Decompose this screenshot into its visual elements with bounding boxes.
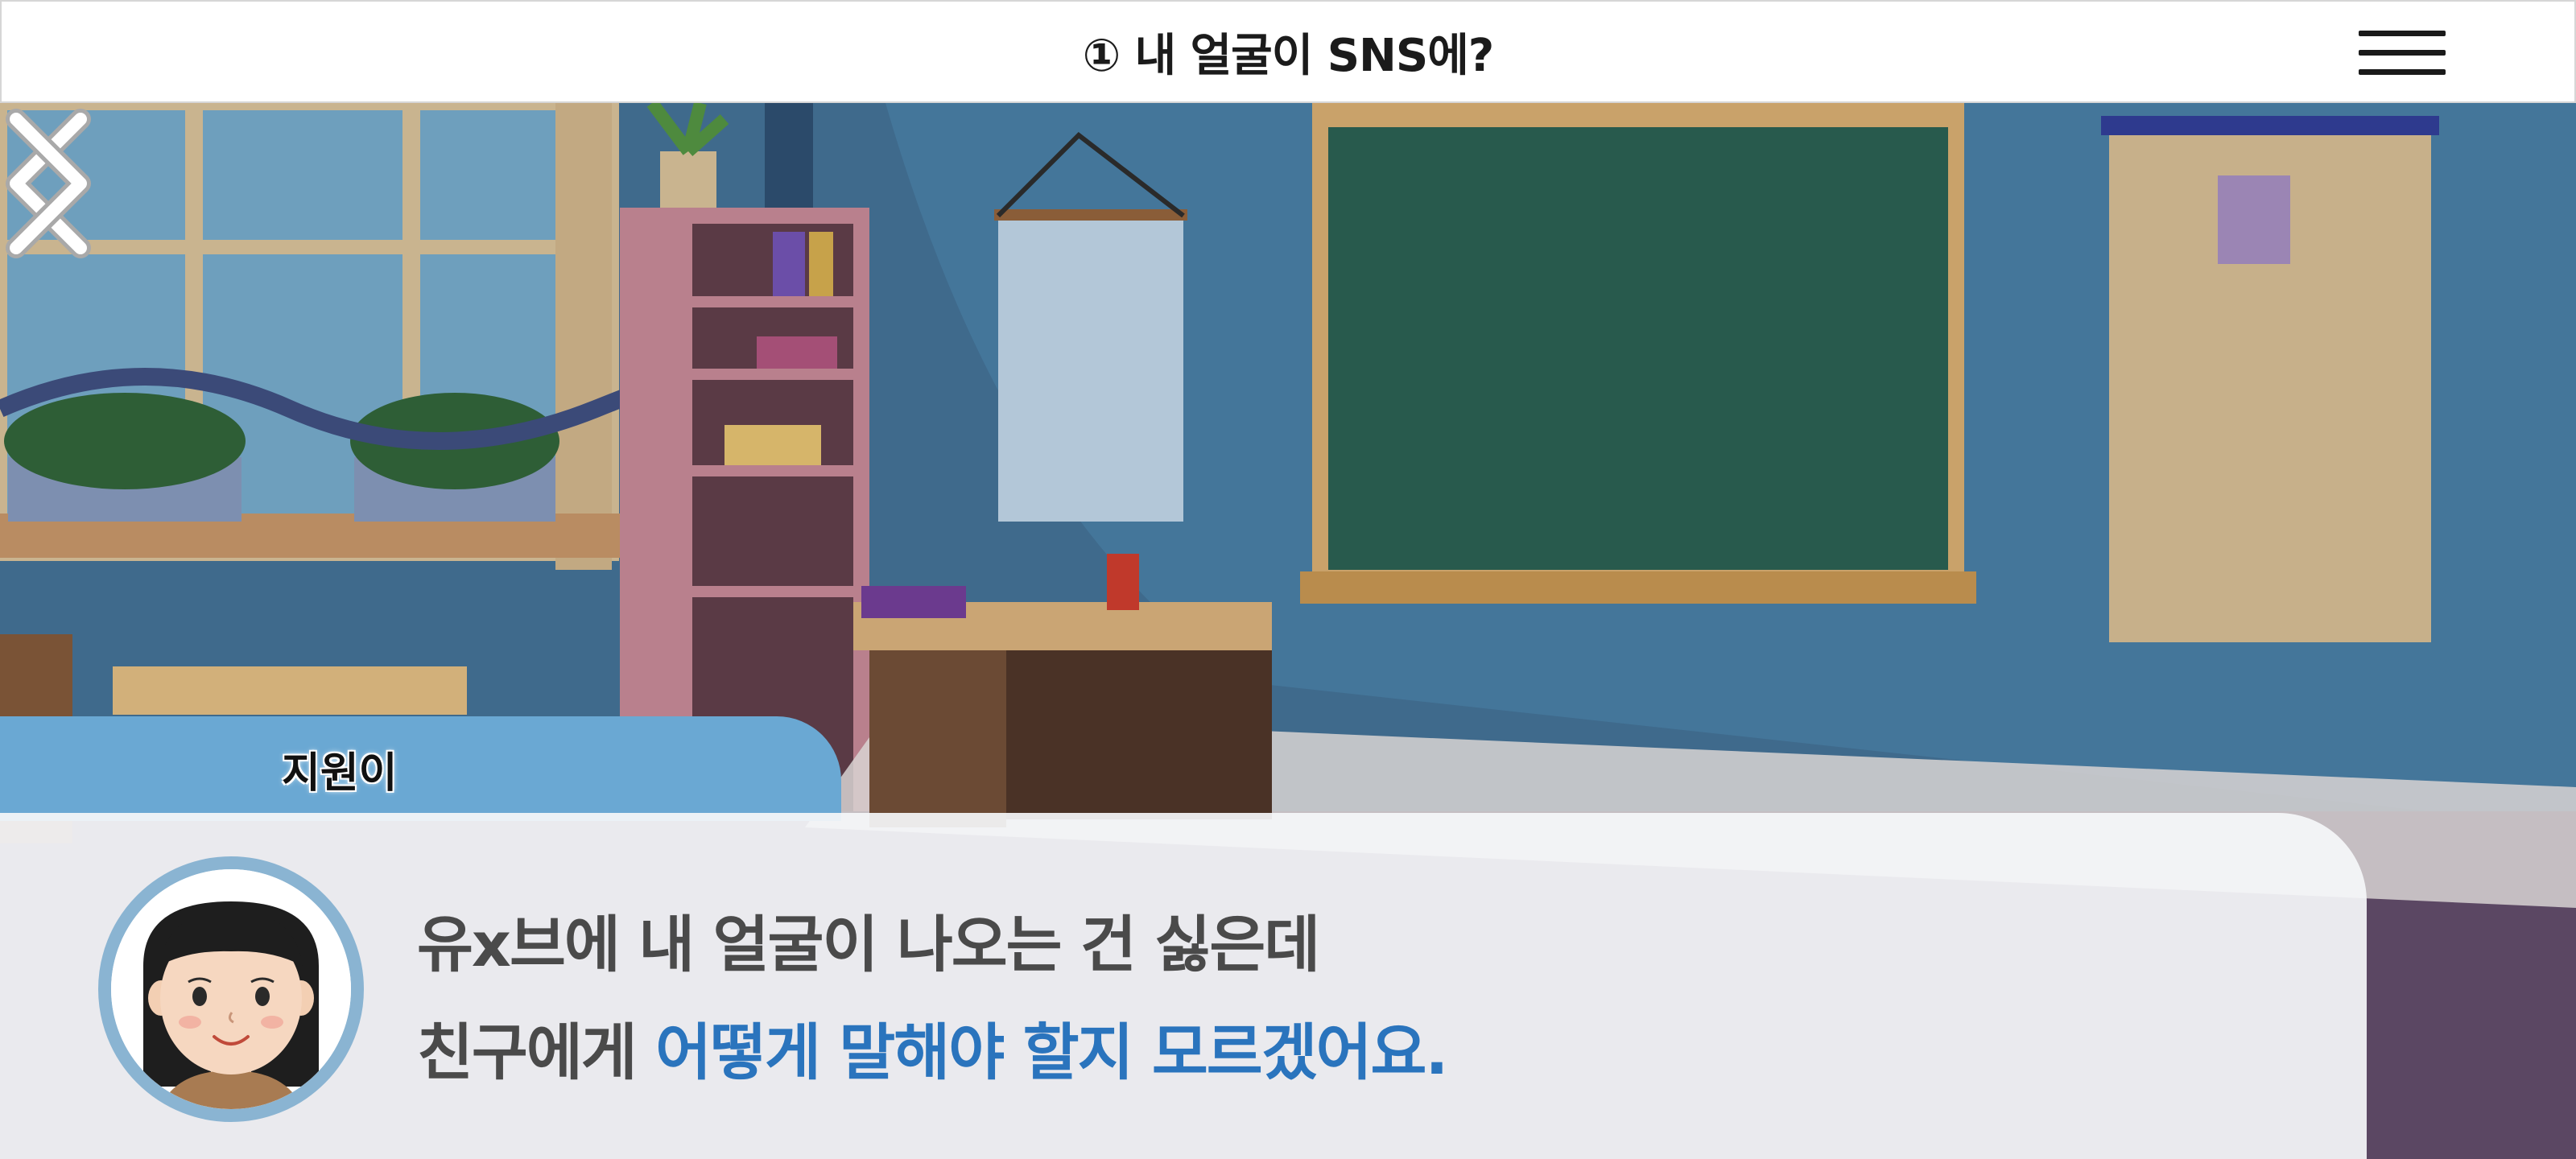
dialogue-line-2-plain: 친구에게 <box>417 1017 656 1088</box>
dialogue-line-1: 유x브에 내 얼굴이 나오는 건 싫은데 <box>417 909 1320 980</box>
hamburger-menu-icon[interactable] <box>2359 29 2446 77</box>
top-bar: ① 내 얼굴이 SNS에? <box>0 0 2576 103</box>
speaker-name-tab <box>0 716 841 821</box>
dialogue-line-2: 친구에게 어떻게 말해야 할지 모르겠어요. <box>417 1003 1448 1091</box>
speaker-name: 지원이 <box>282 749 398 798</box>
chevron-right-icon[interactable] <box>0 103 97 264</box>
dialogue-line-2-highlight: 어떻게 말해야 할지 모르겠어요. <box>655 1017 1448 1088</box>
speaker-avatar <box>98 856 364 1122</box>
page-title: ① 내 얼굴이 SNS에? <box>1082 29 1495 82</box>
girl-avatar-icon <box>111 869 351 1109</box>
